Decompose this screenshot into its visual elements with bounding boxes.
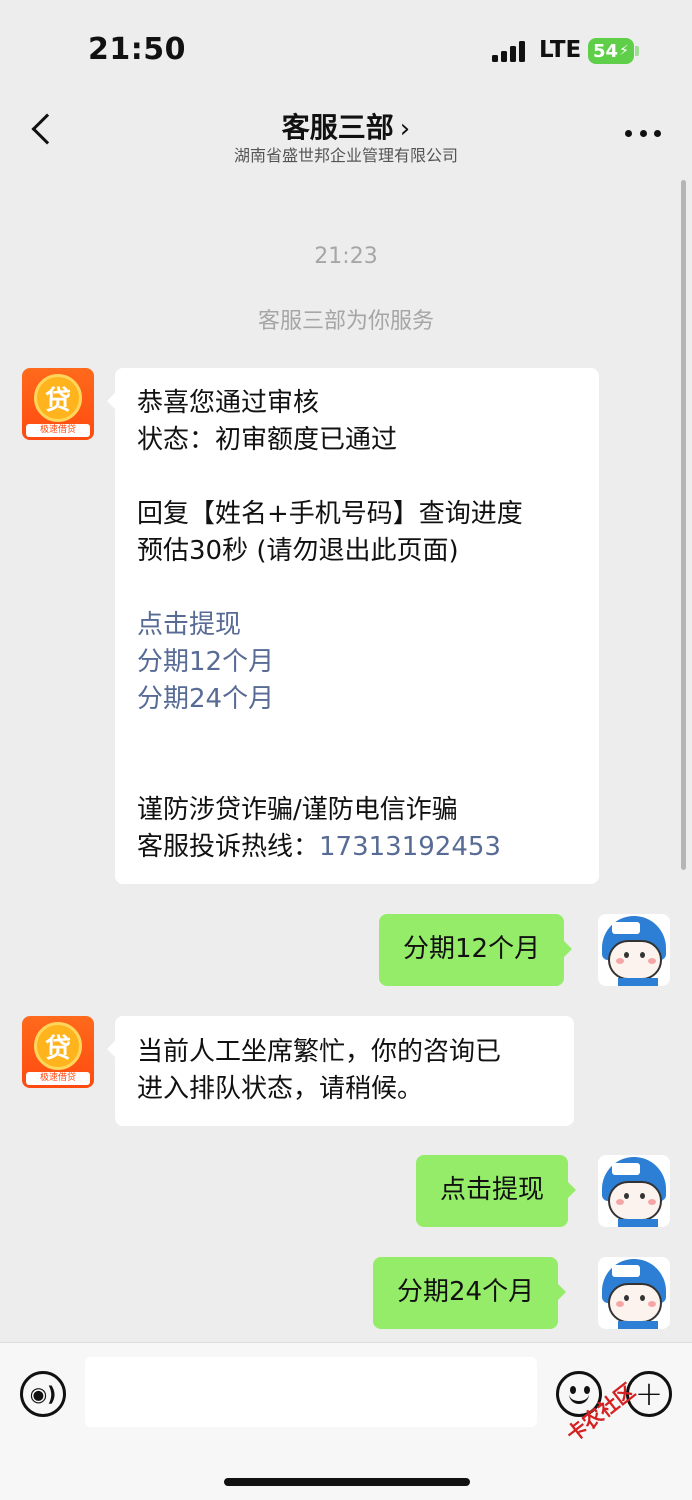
system-note: 客服三部为你服务 (257, 309, 434, 334)
hotline-label: 客服投诉热线： (137, 832, 320, 862)
system-time: 21:23 (314, 244, 378, 269)
chat-title[interactable]: 客服三部 › (0, 106, 692, 146)
avatar-coin-icon: 贷 (34, 374, 82, 422)
avatar-tag: 极速借贷 (26, 1072, 90, 1085)
message-bubble-bot[interactable]: 恭喜您通过审核 状态：初审额度已通过 回复【姓名+手机号码】查询进度 预估30秒… (107, 368, 599, 884)
message-bubble-user[interactable]: 分期24个月 (373, 1257, 567, 1329)
scrollbar[interactable] (681, 180, 686, 870)
message-line-hotline: 客服投诉热线：17313192453 (137, 829, 577, 866)
status-bar: 21:50 LTE 54 ⚡ (0, 0, 692, 100)
bot-avatar[interactable]: 贷 极速借贷 (22, 368, 94, 440)
bot-avatar[interactable]: 贷 极速借贷 (22, 1016, 94, 1088)
avatar-coin-icon: 贷 (34, 1022, 82, 1070)
message-bubble-user[interactable]: 点击提现 (416, 1155, 577, 1227)
user-avatar[interactable] (598, 1155, 670, 1227)
withdraw-link[interactable]: 点击提现 (137, 607, 577, 644)
avatar-tag: 极速借贷 (26, 424, 90, 437)
message-input[interactable] (85, 1357, 537, 1427)
signal-icon (492, 40, 528, 62)
message-line: 恭喜您通过审核 (137, 388, 320, 418)
chevron-right-icon: › (399, 114, 411, 144)
message-line: 回复【姓名+手机号码】查询进度 (137, 499, 523, 529)
battery-icon: 54 ⚡ (588, 38, 634, 64)
voice-icon[interactable]: ◉) (20, 1371, 66, 1417)
message-bubble-user[interactable]: 分期12个月 (379, 914, 573, 986)
hotline-phone-link[interactable]: 17313192453 (319, 832, 501, 862)
chat-header: 客服三部 › 湖南省盛世邦企业管理有限公司 (0, 100, 692, 170)
message-line: 状态：初审额度已通过 (137, 425, 398, 455)
chat-title-text: 客服三部 (281, 111, 394, 144)
battery-level: 54 (593, 40, 619, 62)
user-avatar[interactable] (598, 1257, 670, 1329)
installment-12-link[interactable]: 分期12个月 (137, 644, 577, 681)
more-horizontal-icon[interactable] (625, 130, 661, 138)
message-line: 谨防涉贷诈骗/谨防电信诈骗 (137, 795, 458, 825)
home-indicator[interactable] (224, 1478, 470, 1486)
message-line (137, 718, 577, 755)
message-text: 分期12个月 (403, 934, 541, 964)
status-time: 21:50 (88, 32, 186, 67)
message-line (137, 570, 577, 607)
message-line: 当前人工坐席繁忙，你的咨询已 (137, 1037, 502, 1067)
message-line (137, 755, 577, 792)
installment-24-link[interactable]: 分期24个月 (137, 681, 577, 718)
message-bubble-bot[interactable]: 当前人工坐席繁忙，你的咨询已 进入排队状态，请稍候。 (107, 1016, 574, 1126)
message-line (137, 459, 577, 496)
network-label: LTE (539, 37, 582, 63)
message-line: 进入排队状态，请稍候。 (137, 1074, 424, 1104)
message-line: 预估30秒 (请勿退出此页面) (137, 536, 459, 566)
message-text: 点击提现 (440, 1175, 545, 1205)
user-avatar[interactable] (598, 914, 670, 986)
chat-subtitle: 湖南省盛世邦企业管理有限公司 (233, 146, 458, 165)
message-text: 分期24个月 (397, 1277, 535, 1307)
